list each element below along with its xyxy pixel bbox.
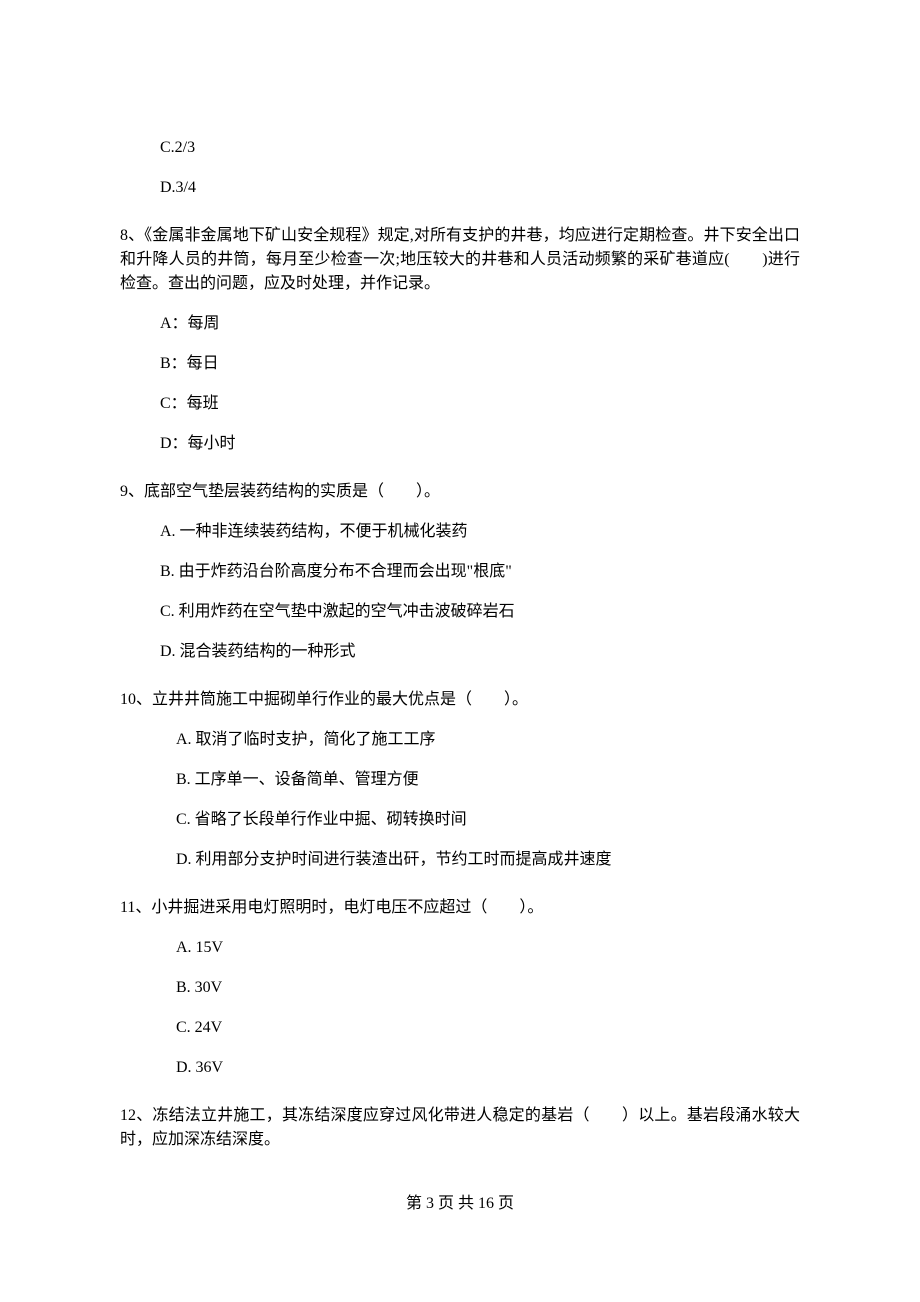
q10-option-b: B. 工序单一、设备简单、管理方便: [176, 768, 800, 792]
q11-option-d: D. 36V: [176, 1056, 800, 1080]
question-11: 11、小井掘进采用电灯照明时，电灯电压不应超过（ ）。: [120, 896, 800, 920]
question-8: 8、《金属非金属地下矿山安全规程》规定,对所有支护的井巷，均应进行定期检查。井下…: [120, 224, 800, 296]
page-footer: 第 3 页 共 16 页: [120, 1192, 800, 1216]
q7-option-d: D.3/4: [160, 176, 800, 200]
question-9: 9、底部空气垫层装药结构的实质是（ ）。: [120, 480, 800, 504]
question-12: 12、冻结法立井施工，其冻结深度应穿过风化带进人稳定的基岩（ ）以上。基岩段涌水…: [120, 1104, 800, 1152]
q7-option-c: C.2/3: [160, 136, 800, 160]
q11-option-b: B. 30V: [176, 976, 800, 1000]
q10-option-a: A. 取消了临时支护，简化了施工工序: [176, 728, 800, 752]
q9-option-a: A. 一种非连续装药结构，不便于机械化装药: [160, 520, 800, 544]
q8-option-b: B：每日: [160, 352, 800, 376]
q10-option-c: C. 省略了长段单行作业中掘、砌转换时间: [176, 808, 800, 832]
q8-option-d: D：每小时: [160, 432, 800, 456]
question-10: 10、立井井筒施工中掘砌单行作业的最大优点是（ ）。: [120, 688, 800, 712]
q11-option-c: C. 24V: [176, 1016, 800, 1040]
q10-option-d: D. 利用部分支护时间进行装渣出矸，节约工时而提高成井速度: [176, 848, 800, 872]
q11-option-a: A. 15V: [176, 936, 800, 960]
q8-option-a: A：每周: [160, 312, 800, 336]
q8-option-c: C：每班: [160, 392, 800, 416]
q9-option-d: D. 混合装药结构的一种形式: [160, 640, 800, 664]
q9-option-b: B. 由于炸药沿台阶高度分布不合理而会出现"根底": [160, 560, 800, 584]
q9-option-c: C. 利用炸药在空气垫中激起的空气冲击波破碎岩石: [160, 600, 800, 624]
